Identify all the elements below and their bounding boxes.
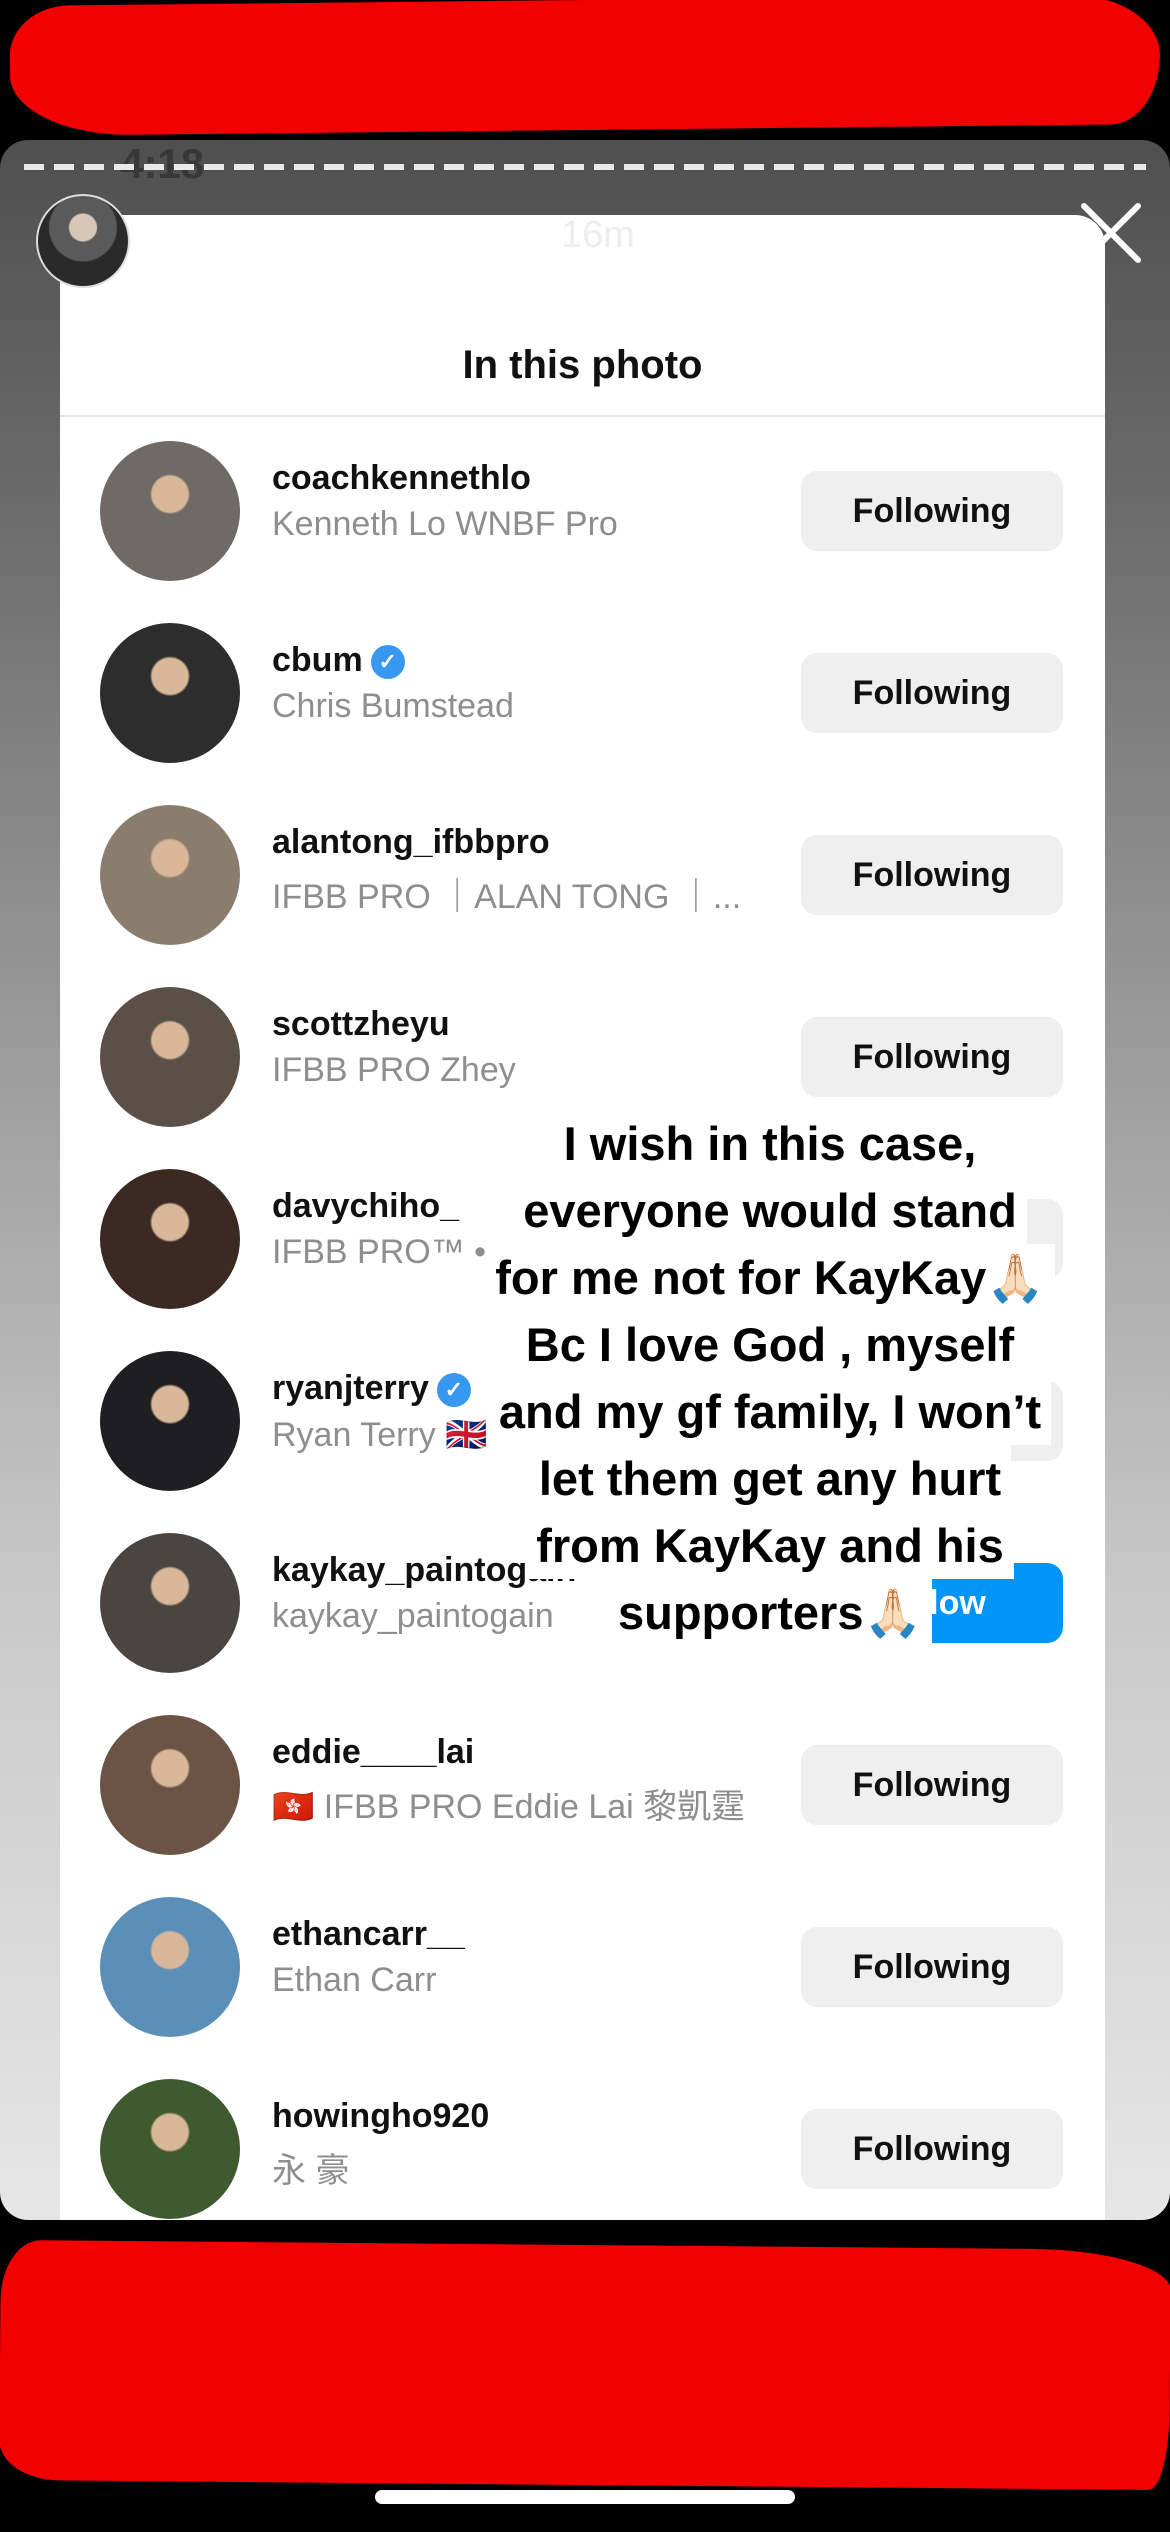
following-button[interactable]: Following	[801, 1017, 1063, 1097]
close-icon[interactable]	[1074, 196, 1148, 270]
story-avatar[interactable]	[36, 194, 130, 288]
home-indicator	[375, 2490, 795, 2504]
overlay-line: from KayKay and his	[526, 1512, 1014, 1579]
username[interactable]: davychiho_	[272, 1187, 459, 1226]
overlay-line: and my gf family, I won’t	[488, 1378, 1052, 1445]
avatar[interactable]	[100, 623, 240, 763]
following-button[interactable]: Following	[801, 835, 1063, 915]
avatar[interactable]	[100, 441, 240, 581]
list-item[interactable]: ethancarr__ Ethan Carr Following	[60, 1877, 1105, 2059]
following-button[interactable]: Following	[801, 471, 1063, 551]
overlay-line: Bc I love God , myself	[515, 1311, 1025, 1378]
sheet-title: In this photo	[462, 343, 703, 387]
full-name: 🇭🇰 IFBB PRO Eddie Lai 黎凱霆	[272, 1788, 746, 1826]
following-button[interactable]: Following	[801, 1927, 1063, 2007]
username[interactable]: eddie____lai	[272, 1733, 474, 1772]
avatar[interactable]	[100, 987, 240, 1127]
overlay-line: let them get any hurt	[528, 1445, 1012, 1512]
full-name: IFBB PRO Zhey	[272, 1051, 516, 1089]
avatar[interactable]	[100, 1351, 240, 1491]
overlay-line: I wish in this case,	[553, 1110, 987, 1177]
redaction-top	[9, 0, 1161, 137]
avatar[interactable]	[100, 805, 240, 945]
list-item[interactable]: eddie____lai 🇭🇰 IFBB PRO Eddie Lai 黎凱霆 Fol…	[60, 1695, 1105, 1877]
story-timestamp: 16m	[561, 214, 635, 256]
overlay-line: for me not for KayKay🙏🏻	[485, 1244, 1055, 1311]
list-item[interactable]: howingho920 永 豪 Following	[60, 2059, 1105, 2220]
avatar[interactable]	[100, 1533, 240, 1673]
following-button[interactable]: Following	[801, 653, 1063, 733]
story-text-overlay: I wish in this case, everyone would stand…	[440, 1110, 1100, 1646]
username[interactable]: ethancarr__	[272, 1915, 465, 1954]
username[interactable]: coachkennethlo	[272, 459, 531, 498]
full-name: Ethan Carr	[272, 1961, 437, 1999]
story-viewer: 4:18 In this photo coachkennethloKenneth…	[0, 140, 1170, 2220]
list-item[interactable]: alantong_ifbbpro IFBB PRO ｜ALAN TONG ｜...…	[60, 785, 1105, 967]
full-name: Chris Bumstead	[272, 687, 514, 725]
list-item[interactable]: cbum ✓ Chris Bumstead Following	[60, 603, 1105, 785]
full-name: Kenneth Lo WNBF Pro	[272, 505, 618, 543]
username[interactable]: cbum ✓	[272, 641, 405, 680]
avatar[interactable]	[100, 1897, 240, 2037]
username[interactable]: alantong_ifbbpro	[272, 823, 550, 862]
full-name: 永 豪	[272, 2152, 350, 2190]
overlay-line: supporters🙏🏻	[607, 1579, 932, 1646]
avatar[interactable]	[100, 2079, 240, 2219]
username[interactable]: howingho920	[272, 2097, 489, 2136]
avatar[interactable]	[100, 1169, 240, 1309]
full-name: IFBB PRO ｜ALAN TONG ｜...	[272, 878, 742, 916]
overlay-line: everyone would stand	[513, 1177, 1027, 1244]
following-button[interactable]: Following	[801, 2109, 1063, 2189]
list-item[interactable]: coachkennethlo Kenneth Lo WNBF Pro Followi…	[60, 421, 1105, 603]
story-username[interactable]: kelvintang__2003	[166, 214, 481, 257]
redaction-bottom	[0, 2239, 1170, 2491]
more-options-icon[interactable]: •••	[966, 198, 1033, 258]
story-header: kelvintang__2003 16m •••	[36, 192, 1141, 292]
story-progress-bar	[24, 164, 1146, 170]
username[interactable]: scottzheyu	[272, 1005, 450, 1044]
sheet-divider	[60, 415, 1105, 417]
verified-badge-icon: ✓	[370, 645, 405, 680]
avatar[interactable]	[100, 1715, 240, 1855]
following-button[interactable]: Following	[801, 1745, 1063, 1825]
